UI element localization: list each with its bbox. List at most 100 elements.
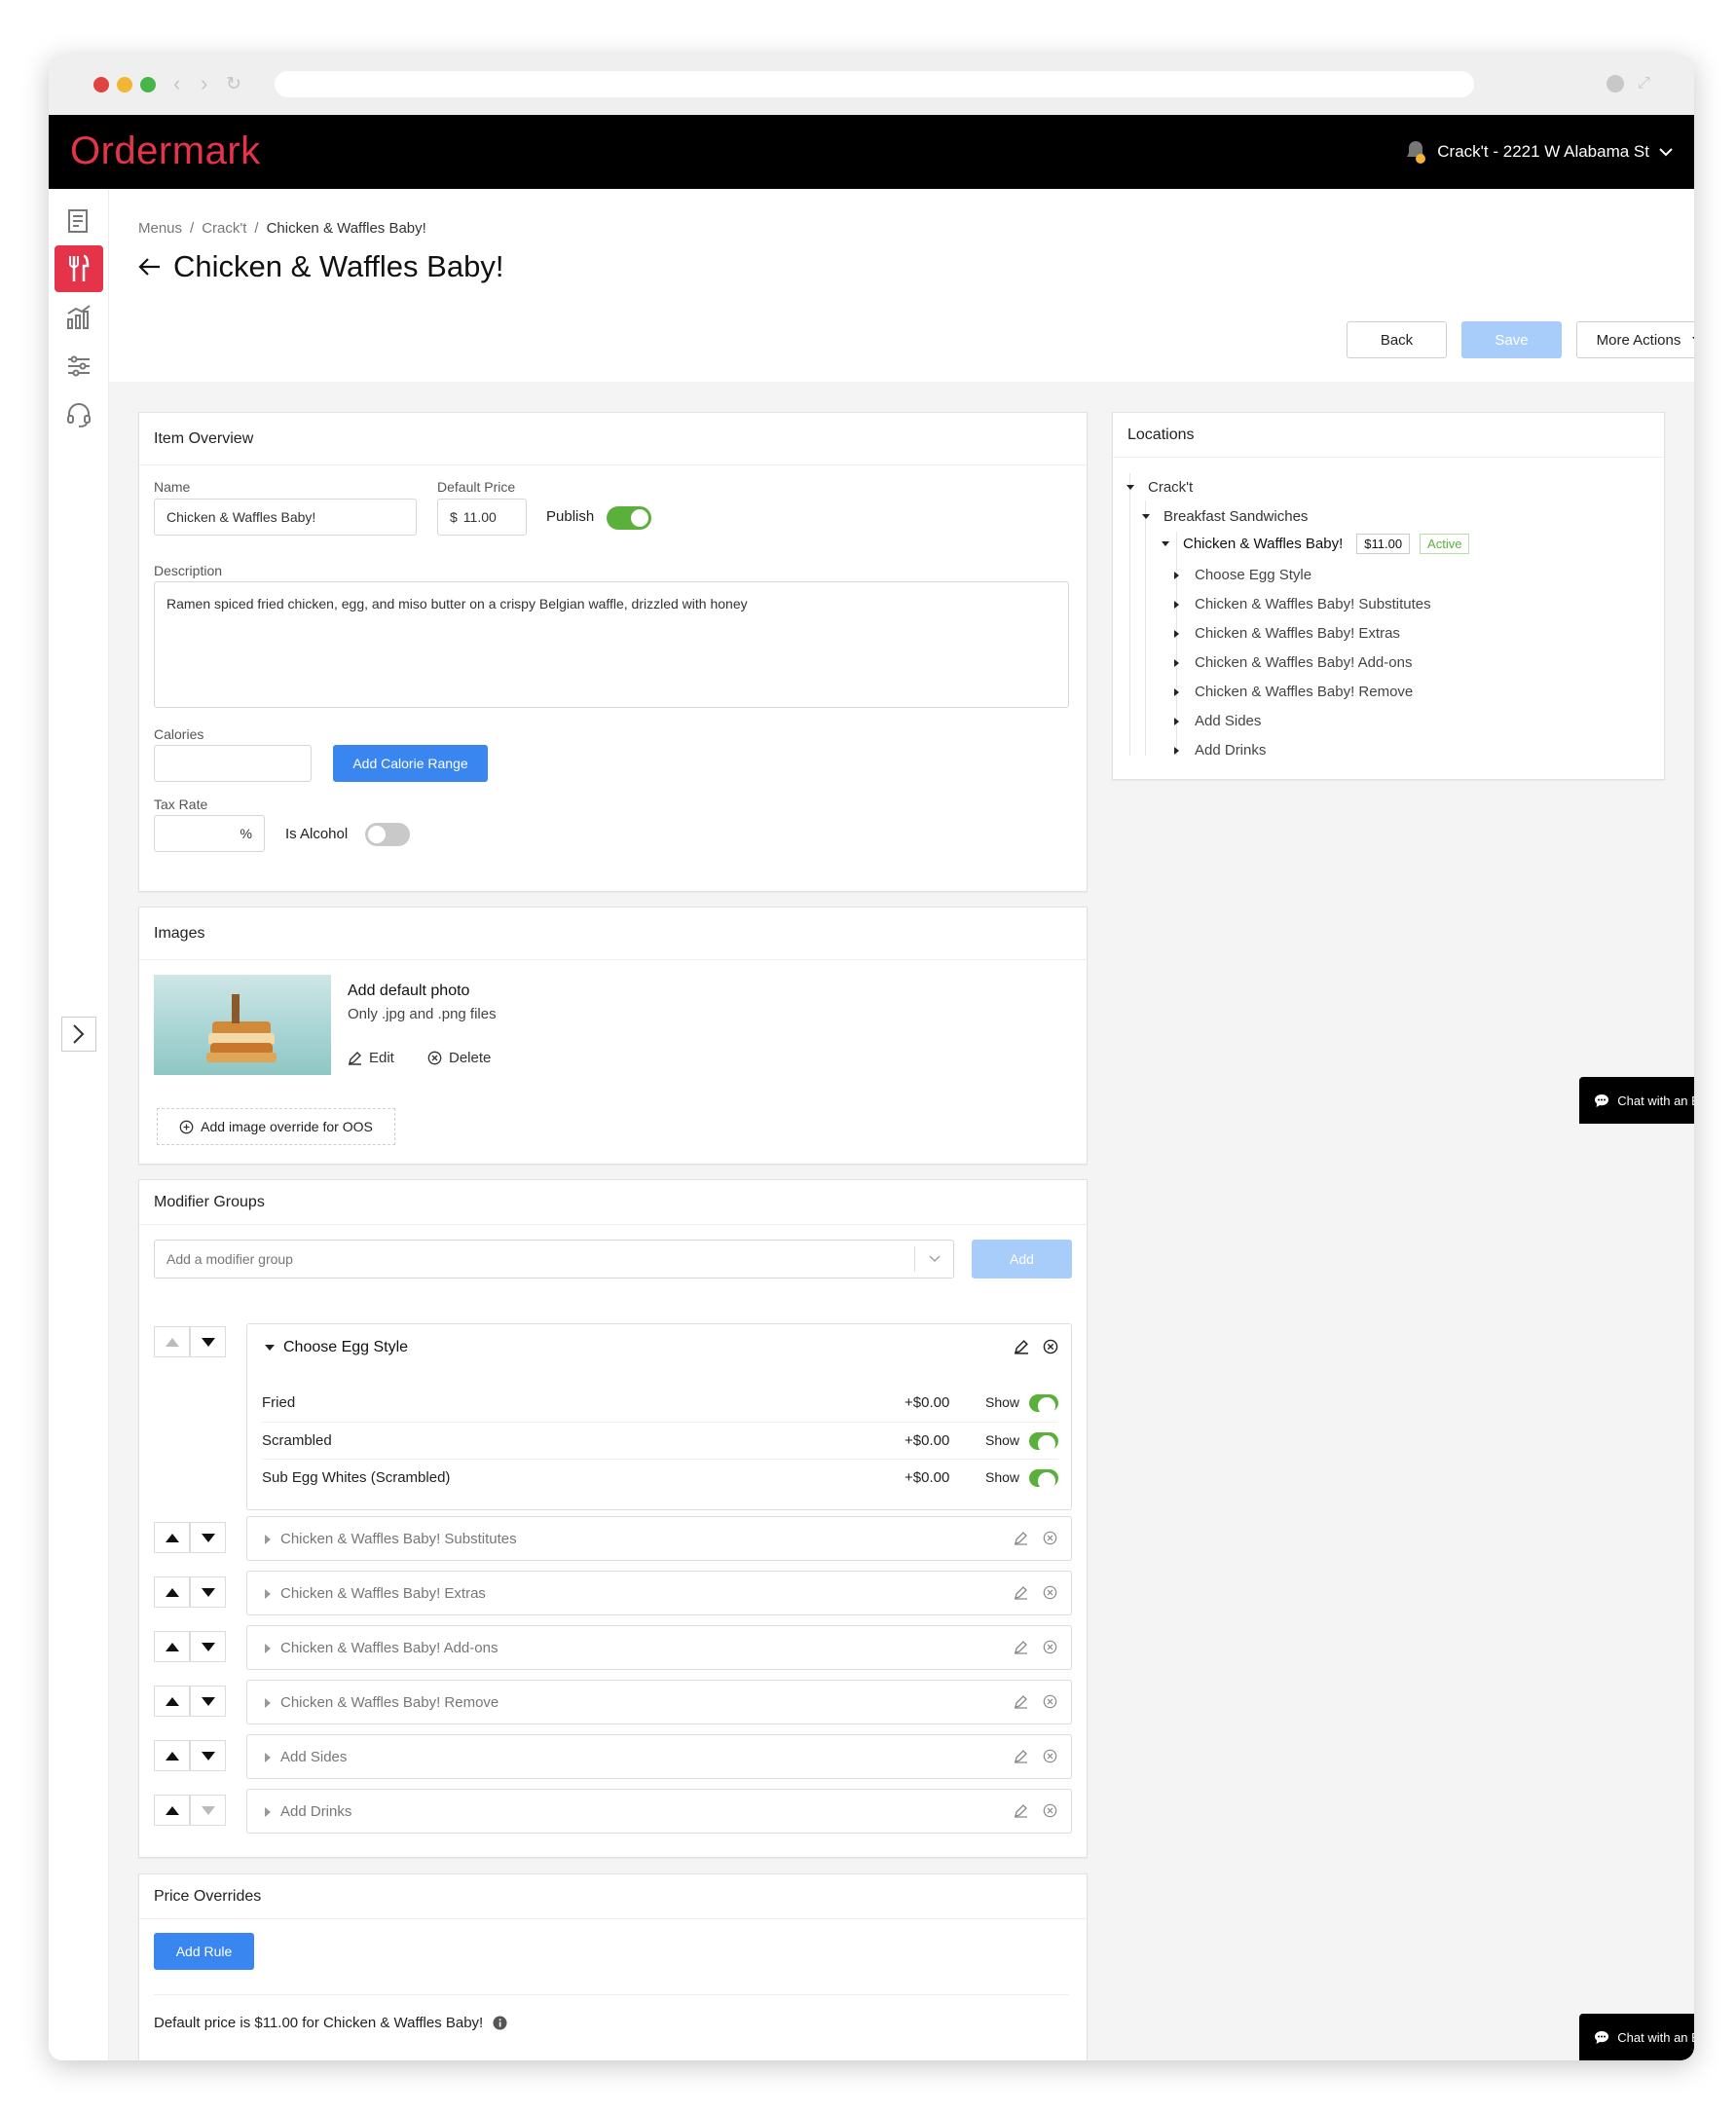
modifier-group-collapsed[interactable]: Chicken & Waffles Baby! Add-ons <box>246 1625 1072 1670</box>
move-up-button[interactable] <box>154 1631 190 1662</box>
reload-icon[interactable]: ↻ <box>226 73 241 95</box>
arrow-up-icon <box>165 1533 179 1542</box>
tree-node-modifier[interactable]: Chicken & Waffles Baby! Add-ons <box>1174 654 1412 671</box>
breadcrumb-current: Chicken & Waffles Baby! <box>266 220 426 237</box>
info-icon[interactable] <box>493 2016 507 2030</box>
oos-image-override-button[interactable]: Add image override for OOS <box>157 1108 395 1145</box>
circle-x-icon[interactable] <box>1043 1640 1057 1654</box>
edit-photo-button[interactable]: Edit <box>348 1050 394 1066</box>
add-calorie-range-button[interactable]: Add Calorie Range <box>333 745 488 782</box>
chat-with-expert-button[interactable]: Chat with an Expert <box>1579 1077 1694 1124</box>
move-down-button[interactable] <box>190 1576 226 1608</box>
tree-node-modifier[interactable]: Add Drinks <box>1174 742 1266 759</box>
tree-node-modifier[interactable]: Chicken & Waffles Baby! Substitutes <box>1174 596 1431 612</box>
modifier-group-collapsed[interactable]: Chicken & Waffles Baby! Extras <box>246 1571 1072 1615</box>
calories-input[interactable] <box>154 745 312 782</box>
menus-icon[interactable] <box>55 245 103 292</box>
expand-sidebar-button[interactable] <box>61 1017 96 1052</box>
images-card: Images Add default photo Only .jpg and .… <box>138 907 1088 1165</box>
show-toggle[interactable] <box>1029 1432 1058 1453</box>
close-dot-icon[interactable] <box>93 77 109 93</box>
arrow-up-icon <box>165 1337 179 1347</box>
move-down-button[interactable] <box>190 1740 226 1771</box>
save-button[interactable]: Save <box>1461 321 1562 358</box>
chat-with-expert-button[interactable]: Chat with an Expert <box>1579 2014 1694 2060</box>
minimize-dot-icon[interactable] <box>117 77 132 93</box>
location-selector[interactable]: Crack't - 2221 W Alabama St <box>1404 136 1673 167</box>
breadcrumb-brand[interactable]: Crack't <box>202 220 246 237</box>
circle-x-icon[interactable] <box>1043 1749 1057 1763</box>
modifier-group-collapsed[interactable]: Add Sides <box>246 1734 1072 1779</box>
move-down-button[interactable] <box>190 1795 226 1826</box>
move-down-button[interactable] <box>190 1631 226 1662</box>
maximize-dot-icon[interactable] <box>140 77 156 93</box>
name-label: Name <box>154 479 191 495</box>
add-default-photo-label[interactable]: Add default photo <box>348 982 469 1000</box>
description-textarea[interactable]: Ramen spiced fried chicken, egg, and mis… <box>154 581 1069 708</box>
add-rule-button[interactable]: Add Rule <box>154 1933 254 1970</box>
tree-node-modifier[interactable]: Chicken & Waffles Baby! Extras <box>1174 625 1400 642</box>
tree-node-modifier[interactable]: Choose Egg Style <box>1174 567 1311 583</box>
forward-arrow-icon[interactable]: › <box>201 71 207 96</box>
support-headset-icon[interactable] <box>55 391 103 438</box>
tree-node-modifier[interactable]: Add Sides <box>1174 713 1261 729</box>
publish-label: Publish <box>546 508 595 525</box>
move-up-button[interactable] <box>154 1740 190 1771</box>
orders-icon[interactable] <box>55 197 103 243</box>
fullscreen-icon[interactable]: ⤢ <box>1638 75 1650 93</box>
circle-x-icon[interactable] <box>1043 1339 1058 1354</box>
modifier-group-collapsed[interactable]: Chicken & Waffles Baby! Remove <box>246 1680 1072 1724</box>
alcohol-toggle[interactable] <box>365 823 410 846</box>
modifier-option-row: Sub Egg Whites (Scrambled) +$0.00 Show <box>262 1459 1058 1496</box>
back-button[interactable]: Back <box>1347 321 1447 358</box>
pencil-icon[interactable] <box>1014 1803 1028 1818</box>
show-toggle[interactable] <box>1029 1469 1058 1490</box>
caret-right-icon <box>265 1806 271 1817</box>
tree-node-brand[interactable]: Crack't <box>1127 479 1193 496</box>
pencil-icon[interactable] <box>1014 1339 1029 1354</box>
delete-photo-button[interactable]: Delete <box>427 1050 491 1066</box>
default-price-input[interactable]: $ 11.00 <box>437 499 527 536</box>
tree-node-modifier[interactable]: Chicken & Waffles Baby! Remove <box>1174 684 1413 700</box>
pencil-icon[interactable] <box>1014 1749 1028 1763</box>
back-arrow-icon[interactable]: ‹ <box>173 71 180 96</box>
circle-x-icon[interactable] <box>1043 1585 1057 1600</box>
move-down-button[interactable] <box>190 1326 226 1357</box>
move-down-button[interactable] <box>190 1522 226 1553</box>
move-up-button[interactable] <box>154 1522 190 1553</box>
add-modifier-group-button[interactable]: Add <box>972 1240 1072 1279</box>
move-down-button[interactable] <box>190 1686 226 1717</box>
circle-x-icon[interactable] <box>1043 1694 1057 1709</box>
circle-x-icon[interactable] <box>1043 1531 1057 1545</box>
analytics-icon[interactable] <box>55 294 103 341</box>
settings-sliders-icon[interactable] <box>55 343 103 389</box>
modifier-group-collapsed[interactable]: Add Drinks <box>246 1789 1072 1834</box>
modifier-group-select[interactable]: Add a modifier group <box>154 1240 954 1279</box>
pencil-icon[interactable] <box>1014 1585 1028 1600</box>
back-arrow-icon[interactable] <box>138 249 162 284</box>
bell-icon[interactable] <box>1404 139 1427 165</box>
show-toggle[interactable] <box>1029 1394 1058 1415</box>
move-up-button[interactable] <box>154 1326 190 1357</box>
move-up-button[interactable] <box>154 1686 190 1717</box>
move-up-button[interactable] <box>154 1795 190 1826</box>
pencil-icon[interactable] <box>1014 1694 1028 1709</box>
tree-node-item[interactable]: Chicken & Waffles Baby! $11.00 Active <box>1162 534 1470 554</box>
circle-x-icon[interactable] <box>1043 1803 1057 1818</box>
tax-rate-input[interactable]: % <box>154 815 265 852</box>
download-icon[interactable] <box>1607 75 1624 93</box>
modifier-group-header[interactable]: Choose Egg Style <box>265 1339 408 1356</box>
locations-card: Locations Crack't Breakfast Sandwiches C… <box>1112 412 1665 780</box>
tree-node-menu[interactable]: Breakfast Sandwiches <box>1142 508 1308 525</box>
more-actions-button[interactable]: More Actions <box>1576 321 1694 358</box>
url-bar[interactable] <box>275 71 1474 97</box>
pencil-icon[interactable] <box>1014 1640 1028 1654</box>
publish-toggle[interactable] <box>607 506 651 530</box>
pencil-icon[interactable] <box>1014 1531 1028 1545</box>
reorder-controls <box>154 1326 226 1357</box>
modifier-group-collapsed[interactable]: Chicken & Waffles Baby! Substitutes <box>246 1516 1072 1561</box>
percent-unit: % <box>240 826 252 841</box>
name-input[interactable]: Chicken & Waffles Baby! <box>154 499 417 536</box>
move-up-button[interactable] <box>154 1576 190 1608</box>
breadcrumb-menus[interactable]: Menus <box>138 220 182 237</box>
